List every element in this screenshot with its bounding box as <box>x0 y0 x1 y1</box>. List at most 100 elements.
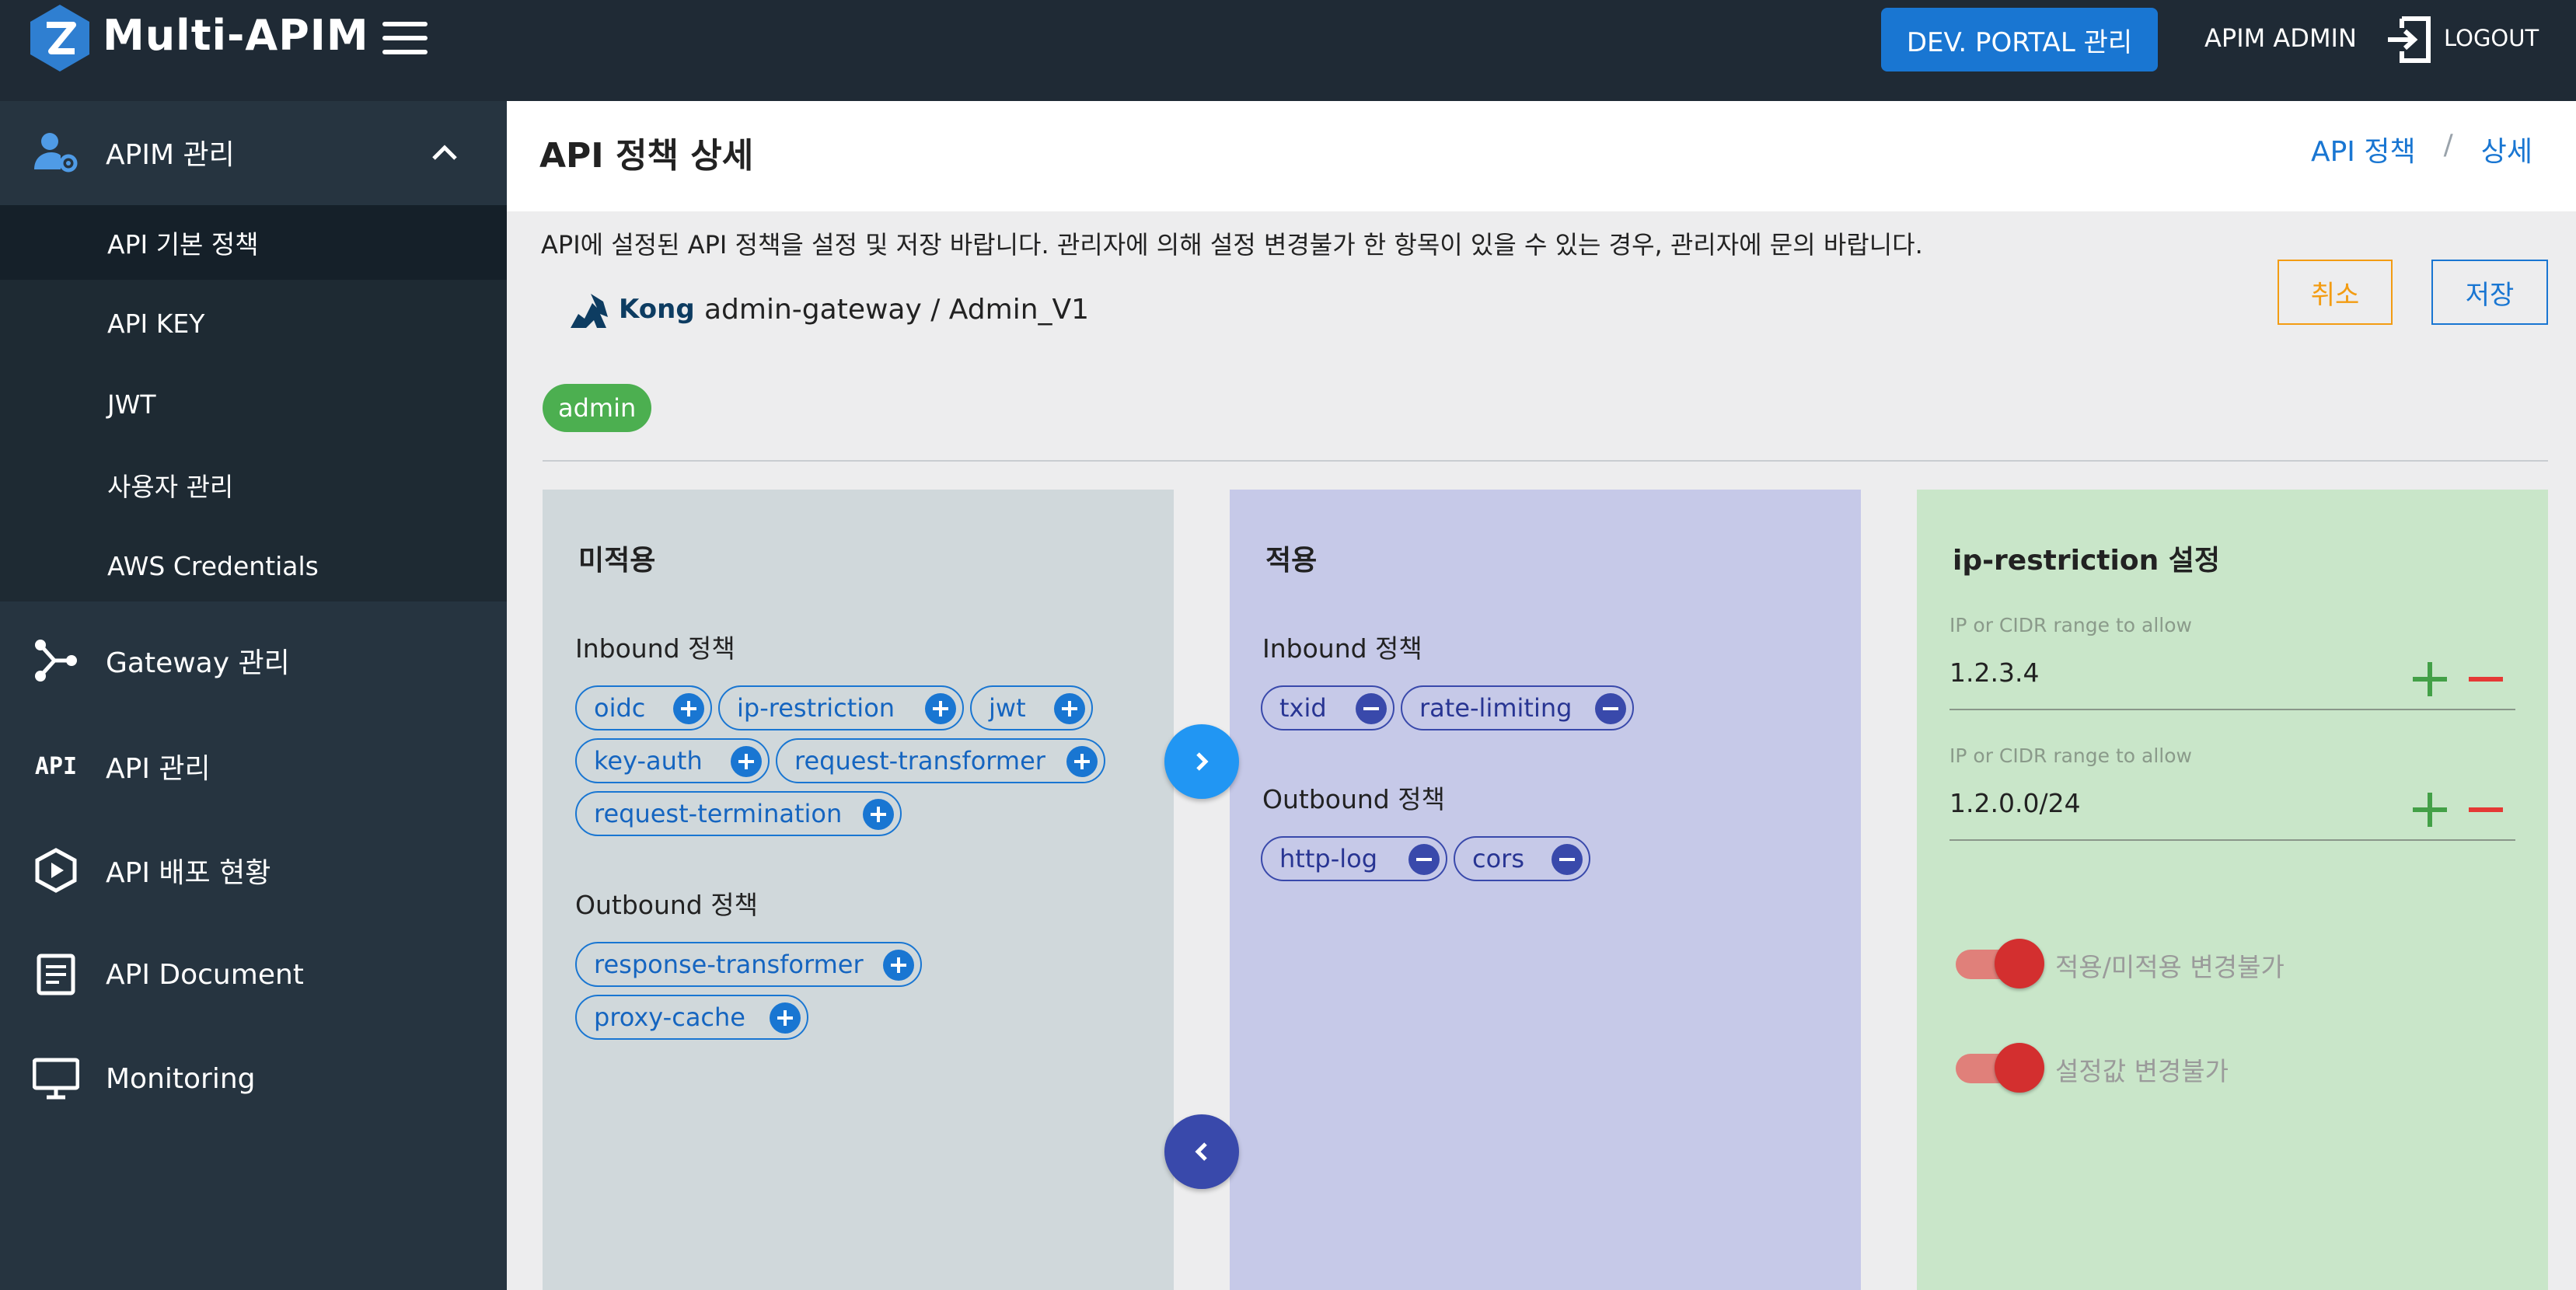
remove-circle-icon[interactable] <box>1552 844 1583 875</box>
chip-label: request-transformer <box>794 746 1045 776</box>
chip-label: jwt <box>989 693 1026 723</box>
inbound-section-title: Inbound 정책 <box>1262 633 1422 664</box>
add-circle-icon[interactable] <box>1054 693 1085 724</box>
logout-icon[interactable] <box>2386 16 2433 64</box>
settings-panel: ip-restriction 설정 IP or CIDR range to al… <box>1917 490 2548 1290</box>
sidebar-item-api-deploy[interactable]: API 배포 현황 <box>0 822 507 919</box>
move-to-applied-button[interactable] <box>1164 724 1239 799</box>
submenu-item-label: JWT <box>107 389 156 420</box>
add-circle-icon[interactable] <box>863 799 894 830</box>
chip-label: http-log <box>1279 844 1378 873</box>
sidebar-item-label: Gateway 관리 <box>106 647 290 679</box>
add-icon[interactable] <box>2413 793 2447 827</box>
chip-label: cors <box>1472 844 1524 873</box>
chip-label: request-termination <box>594 799 843 828</box>
breadcrumb: API 정책 / 상세 <box>2311 129 2532 169</box>
add-circle-icon[interactable] <box>731 746 762 777</box>
policy-chip-rate-limiting[interactable]: rate-limiting <box>1401 685 1634 730</box>
cancel-button[interactable]: 취소 <box>2278 260 2393 325</box>
submenu-item-label: API 기본 정책 <box>107 229 259 260</box>
logo-icon <box>30 5 89 71</box>
submenu-item-label: API KEY <box>107 308 205 339</box>
policy-chip-oidc[interactable]: oidc <box>575 685 712 730</box>
policy-chip-http-log[interactable]: http-log <box>1261 836 1447 881</box>
chevron-right-icon <box>1196 752 1209 771</box>
sidebar-item-gateway[interactable]: Gateway 관리 <box>0 612 507 709</box>
remove-icon[interactable] <box>2469 662 2503 696</box>
value-lock-toggle[interactable] <box>1953 1040 2044 1096</box>
sidebar-item-apim[interactable]: APIM 관리 <box>0 104 507 200</box>
move-to-unapplied-button[interactable] <box>1164 1114 1239 1189</box>
sidebar-item-label: Monitoring <box>106 1062 256 1095</box>
policy-chip-cors[interactable]: cors <box>1454 836 1590 881</box>
submenu-item-label: AWS Credentials <box>107 550 319 581</box>
remove-circle-icon[interactable] <box>1356 693 1387 724</box>
policy-chip-jwt[interactable]: jwt <box>970 685 1093 730</box>
chip-label: rate-limiting <box>1419 693 1572 723</box>
user-gear-icon <box>34 133 78 173</box>
field-underline <box>1949 839 2515 841</box>
logout-button[interactable]: LOGOUT <box>2444 25 2539 51</box>
sidebar-item-api-document[interactable]: API Document <box>0 926 507 1023</box>
policy-chip-response-transformer[interactable]: response-transformer <box>575 942 922 987</box>
add-icon[interactable] <box>2413 662 2447 696</box>
sidebar-item-monitoring[interactable]: Monitoring <box>0 1030 507 1127</box>
submenu-item-jwt[interactable]: JWT <box>0 367 507 441</box>
submenu-item-api-basic-policy[interactable]: API 기본 정책 <box>0 205 507 280</box>
panel-title: ip-restriction 설정 <box>1953 545 2220 577</box>
chip-label: proxy-cache <box>594 1002 745 1032</box>
remove-icon[interactable] <box>2469 793 2503 827</box>
add-circle-icon[interactable] <box>770 1002 801 1034</box>
page-description: API에 설정된 API 정책을 설정 및 저장 바랍니다. 관리자에 의해 설… <box>541 230 1923 260</box>
submenu-item-user-management[interactable]: 사용자 관리 <box>0 448 507 522</box>
add-circle-icon[interactable] <box>925 693 956 724</box>
sidebar-item-label: API 관리 <box>106 753 211 785</box>
sidebar-item-api[interactable]: API API 관리 <box>0 718 507 814</box>
document-icon <box>37 954 75 995</box>
applied-panel: 적용 Inbound 정책 txid rate-limiting Outboun… <box>1230 490 1861 1290</box>
sidebar-item-label: API 배포 현황 <box>106 857 271 889</box>
policy-chip-ip-restriction[interactable]: ip-restriction <box>718 685 964 730</box>
apply-lock-toggle[interactable] <box>1953 936 2044 992</box>
breadcrumb-item-api-policy[interactable]: API 정책 <box>2311 129 2416 169</box>
submenu-item-api-key[interactable]: API KEY <box>0 286 507 361</box>
ip-allow-field[interactable]: 1.2.0.0/24 <box>1949 788 2081 818</box>
chevron-left-icon <box>1195 1142 1207 1161</box>
page-title: API 정책 상세 <box>539 136 754 176</box>
inbound-section-title: Inbound 정책 <box>575 633 735 664</box>
apim-submenu: API 기본 정책 API KEY JWT 사용자 관리 AWS Credent… <box>0 205 507 601</box>
submenu-item-aws-credentials[interactable]: AWS Credentials <box>0 528 507 603</box>
policy-chip-proxy-cache[interactable]: proxy-cache <box>575 995 808 1040</box>
deploy-icon <box>35 848 77 893</box>
policy-chip-request-transformer[interactable]: request-transformer <box>776 738 1105 783</box>
policy-chip-request-termination[interactable]: request-termination <box>575 791 902 836</box>
dev-portal-button[interactable]: DEV. PORTAL 관리 <box>1881 8 2158 71</box>
policy-chip-key-auth[interactable]: key-auth <box>575 738 770 783</box>
chip-label: oidc <box>594 693 646 723</box>
top-bar: Multi-APIM DEV. PORTAL 관리 APIM ADMIN LOG… <box>0 0 2576 101</box>
sidebar: APIM 관리 API 기본 정책 API KEY JWT 사용자 관리 AWS… <box>0 101 507 1290</box>
chip-label: key-auth <box>594 746 703 776</box>
chevron-up-icon[interactable] <box>428 135 462 169</box>
gateway-name: admin-gateway / Admin_V1 <box>704 294 1090 326</box>
kong-logo-icon <box>571 294 608 328</box>
add-circle-icon[interactable] <box>1066 746 1098 777</box>
remove-circle-icon[interactable] <box>1595 693 1626 724</box>
monitor-icon <box>33 1058 79 1100</box>
add-circle-icon[interactable] <box>883 950 914 981</box>
ip-allow-field[interactable]: 1.2.3.4 <box>1949 657 2039 688</box>
policy-chip-txid[interactable]: txid <box>1261 685 1394 730</box>
field-underline <box>1949 709 2515 710</box>
breadcrumb-item-detail[interactable]: 상세 <box>2481 129 2532 169</box>
save-button[interactable]: 저장 <box>2431 260 2548 325</box>
hamburger-menu-icon[interactable] <box>382 22 428 54</box>
breadcrumb-separator: / <box>2443 129 2453 161</box>
page-header: API 정책 상세 API 정책 / 상세 <box>507 101 2576 211</box>
remove-circle-icon[interactable] <box>1408 844 1440 875</box>
gateway-icon <box>35 640 77 682</box>
outbound-section-title: Outbound 정책 <box>575 890 758 920</box>
panel-title: 미적용 <box>578 545 656 577</box>
field-label: IP or CIDR range to allow <box>1949 744 2192 767</box>
add-circle-icon[interactable] <box>673 693 704 724</box>
kong-brand: Kong <box>619 294 695 325</box>
